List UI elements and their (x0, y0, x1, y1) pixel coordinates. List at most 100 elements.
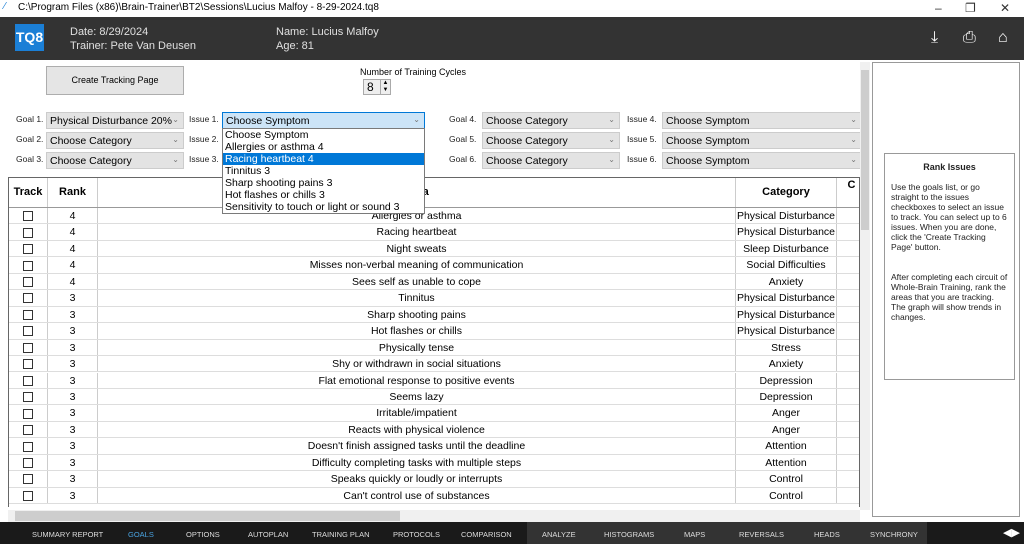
dropdown-option[interactable]: Choose Symptom (223, 129, 424, 141)
chevron-down-icon: ⌄ (608, 135, 615, 144)
c-cell (837, 422, 859, 437)
track-checkbox[interactable] (23, 425, 33, 436)
table-header: Track Rank Area Category C (9, 178, 859, 208)
track-checkbox[interactable] (23, 260, 33, 271)
goal-4-select[interactable]: Choose Category ⌄ (482, 112, 620, 129)
dropdown-option[interactable]: Allergies or asthma 4 (223, 141, 424, 153)
table-row[interactable]: 3 Reacts with physical violence Anger (9, 421, 859, 439)
goal-3-select[interactable]: Choose Category ⌄ (46, 152, 184, 169)
table-row[interactable]: 3 Can't control use of substances Contro… (9, 487, 859, 505)
track-checkbox[interactable] (23, 244, 33, 255)
rank-cell: 3 (48, 339, 98, 355)
issue-1-select[interactable]: Choose Symptom ⌄ (222, 112, 425, 129)
track-checkbox[interactable] (23, 326, 33, 337)
track-checkbox[interactable] (23, 277, 33, 288)
track-checkbox[interactable] (23, 392, 33, 403)
table-row[interactable]: 3 Irritable/impatient Anger (9, 405, 859, 422)
tab-histograms[interactable]: HISTOGRAMS (604, 530, 654, 539)
dropdown-option[interactable]: Sharp shooting pains 3 (223, 177, 424, 189)
table-row[interactable]: 4 Racing heartbeat Physical Disturbance (9, 224, 859, 241)
restore-button[interactable]: ❐ (965, 1, 976, 15)
track-checkbox[interactable] (23, 474, 33, 485)
track-checkbox[interactable] (23, 211, 33, 222)
download-icon[interactable]: ⤓ (931, 29, 938, 47)
table-row[interactable]: 3 Sharp shooting pains Physical Disturba… (9, 306, 859, 324)
header-track[interactable]: Track (9, 178, 48, 207)
scroll-tabs-arrows-icon[interactable]: ◀▶ (1003, 526, 1020, 539)
table-row[interactable]: 4 Misses non-verbal meaning of communica… (9, 257, 859, 274)
goal-2-select[interactable]: Choose Category ⌄ (46, 132, 184, 149)
training-cycles-stepper[interactable]: 8 ▲ ▼ (363, 79, 391, 95)
dropdown-option[interactable]: Racing heartbeat 4 (223, 153, 424, 165)
home-icon[interactable]: ⌂ (998, 29, 1008, 47)
tab-reversals[interactable]: REVERSALS (739, 530, 784, 539)
horizontal-scroll-thumb[interactable] (15, 511, 400, 521)
tab-protocols[interactable]: PROTOCOLS (393, 530, 440, 539)
track-checkbox[interactable] (23, 457, 33, 468)
tab-heads[interactable]: HEADS (814, 530, 840, 539)
track-checkbox[interactable] (23, 342, 33, 353)
track-checkbox[interactable] (23, 375, 33, 386)
table-row[interactable]: 4 Night sweats Sleep Disturbance (9, 240, 859, 258)
rank-cell: 3 (48, 487, 98, 504)
table-row[interactable]: 3 Seems lazy Depression (9, 388, 859, 406)
dropdown-option[interactable]: Sensitivity to touch or light or sound 3 (223, 201, 424, 213)
header-rank[interactable]: Rank (48, 178, 98, 207)
rank-cell: 3 (48, 306, 98, 323)
vertical-scroll-thumb[interactable] (861, 70, 869, 230)
tab-goals[interactable]: GOALS (128, 530, 154, 539)
tab-comparison[interactable]: COMPARISON (461, 530, 512, 539)
table-row[interactable]: 3 Hot flashes or chills Physical Disturb… (9, 323, 859, 340)
goal-5-select[interactable]: Choose Category ⌄ (482, 132, 620, 149)
table-row[interactable]: 3 Shy or withdrawn in social situations … (9, 356, 859, 373)
tab-options[interactable]: OPTIONS (186, 530, 220, 539)
track-checkbox[interactable] (23, 408, 33, 419)
tab-training-plan[interactable]: TRAINING PLAN (312, 530, 370, 539)
dropdown-option[interactable]: Hot flashes or chills 3 (223, 189, 424, 201)
goal-6-select[interactable]: Choose Category ⌄ (482, 152, 620, 169)
track-checkbox[interactable] (23, 441, 33, 452)
symptom-dropdown-list[interactable]: Choose Symptom Allergies or asthma 4 Racin… (222, 128, 425, 214)
dropdown-option[interactable]: Tinnitus 3 (223, 165, 424, 177)
track-checkbox[interactable] (23, 293, 33, 304)
table-row[interactable]: 3 Tinnitus Physical Disturbance (9, 290, 859, 307)
chevron-down-icon: ⌄ (172, 135, 179, 144)
stepper-arrows-icon[interactable]: ▲ ▼ (380, 80, 390, 94)
track-checkbox[interactable] (23, 227, 33, 238)
goal-1-select[interactable]: Physical Disturbance 20% ⌄ (46, 112, 184, 129)
tab-analyze[interactable]: ANALYZE (542, 530, 576, 539)
table-row[interactable]: 4 Allergies or asthma Physical Disturban… (9, 208, 859, 225)
goal-5-value: Choose Category (486, 135, 568, 147)
issue-5-select[interactable]: Choose Symptom ⌄ (662, 132, 862, 149)
track-cell (9, 273, 48, 290)
header-c[interactable]: C (837, 178, 859, 207)
rank-cell: 3 (48, 438, 98, 454)
tab-maps[interactable]: MAPS (684, 530, 705, 539)
minimize-button[interactable]: – (935, 1, 942, 15)
issue-4-select[interactable]: Choose Symptom ⌄ (662, 112, 862, 129)
create-tracking-page-button[interactable]: Create Tracking Page (46, 66, 184, 95)
tab-autoplan[interactable]: AUTOPLAN (248, 530, 288, 539)
tab-synchrony[interactable]: SYNCHRONY (870, 530, 918, 539)
track-checkbox[interactable] (23, 490, 33, 501)
tab-summary-report[interactable]: SUMMARY REPORT (32, 530, 103, 539)
issue-6-select[interactable]: Choose Symptom ⌄ (662, 152, 862, 169)
category-cell: Sleep Disturbance (736, 240, 837, 257)
track-cell (9, 454, 48, 471)
area-cell: Misses non-verbal meaning of communicati… (98, 257, 736, 273)
track-checkbox[interactable] (23, 359, 33, 370)
rank-cell: 3 (48, 471, 98, 487)
close-button[interactable]: ✕ (1000, 1, 1010, 15)
table-row[interactable]: 3 Flat emotional response to positive ev… (9, 372, 859, 389)
table-row[interactable]: 3 Doesn't finish assigned tasks until th… (9, 438, 859, 455)
print-icon[interactable]: ⎙ (963, 29, 976, 47)
app-icon: ⁄ (4, 1, 6, 12)
table-row[interactable]: 3 Difficulty completing tasks with multi… (9, 454, 859, 472)
issue-6-value: Choose Symptom (666, 155, 750, 167)
table-row[interactable]: 3 Physically tense Stress (9, 339, 859, 356)
table-row[interactable]: 3 Speaks quickly or loudly or interrupts… (9, 471, 859, 488)
rank-cell: 3 (48, 372, 98, 388)
table-row[interactable]: 4 Sees self as unable to cope Anxiety (9, 273, 859, 291)
track-checkbox[interactable] (23, 309, 33, 320)
header-category[interactable]: Category (736, 178, 837, 207)
